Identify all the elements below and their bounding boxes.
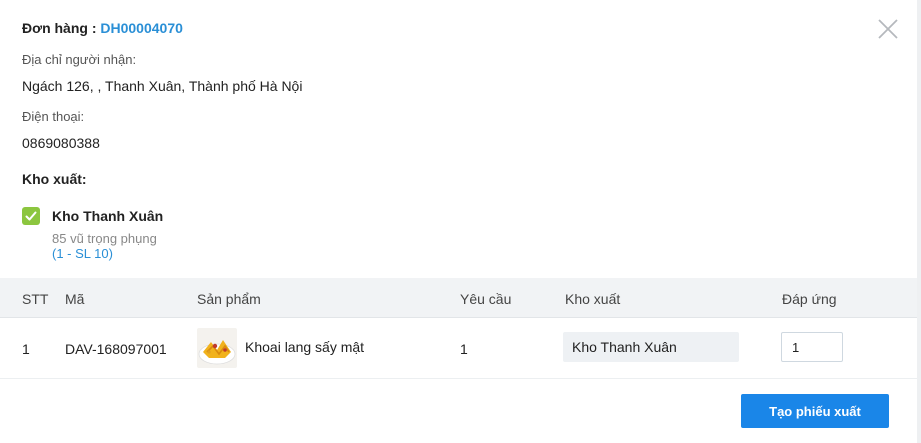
warehouse-name: Kho Thanh Xuân	[52, 208, 164, 224]
row-warehouse-select[interactable]: Kho Thanh Xuân	[563, 332, 739, 362]
header-stt: STT	[22, 291, 49, 307]
export-order-modal: Đơn hàng : DH00004070 Địa chỉ người nhận…	[0, 0, 921, 443]
row-fulfilled-input[interactable]	[781, 332, 843, 362]
close-icon[interactable]	[876, 17, 900, 41]
table-header: STT Mã Sản phẩm Yêu cầu Kho xuất Đáp ứng	[0, 278, 917, 318]
modal-edge	[917, 0, 921, 443]
address-label: Địa chỉ người nhận:	[22, 52, 137, 67]
order-label: Đơn hàng :	[22, 20, 101, 36]
warehouse-section-title: Kho xuất:	[22, 171, 87, 187]
check-icon	[25, 211, 37, 221]
table-row: 1 DAV-168097001 Khoai lang sấy mật 1 Kho…	[0, 318, 917, 379]
order-title: Đơn hàng : DH00004070	[22, 20, 183, 36]
warehouse-address: 85 vũ trọng phụng	[52, 231, 157, 246]
header-code: Mã	[65, 291, 85, 307]
header-warehouse: Kho xuất	[565, 291, 621, 307]
row-product-name: Khoai lang sấy mật	[245, 339, 365, 355]
warehouse-quantity: (1 - SL 10)	[52, 246, 113, 261]
header-requested: Yêu cầu	[460, 291, 512, 307]
phone-label: Điện thoại:	[22, 109, 85, 124]
row-stt: 1	[22, 341, 30, 357]
row-requested: 1	[460, 341, 468, 357]
phone-value: 0869080388	[22, 135, 100, 151]
warehouse-checkbox[interactable]	[22, 207, 40, 225]
address-value: Ngách 126, , Thanh Xuân, Thành phố Hà Nộ…	[22, 78, 303, 94]
order-code: DH00004070	[100, 20, 183, 36]
product-thumbnail	[197, 328, 237, 368]
create-export-button[interactable]: Tạo phiếu xuất	[741, 394, 889, 428]
header-fulfilled: Đáp ứng	[782, 291, 837, 307]
row-code: DAV-168097001	[65, 341, 167, 357]
header-product: Sản phẩm	[197, 291, 261, 307]
